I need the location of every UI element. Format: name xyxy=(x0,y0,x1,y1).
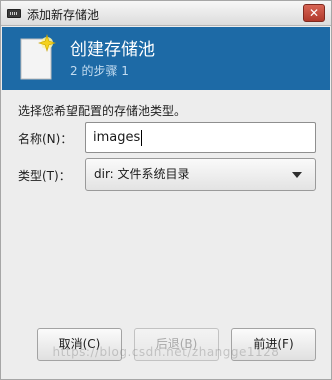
cancel-button[interactable]: 取消(C) xyxy=(37,328,122,361)
name-label: 名称(N)： xyxy=(18,132,73,146)
forward-button[interactable]: 前进(F) xyxy=(231,328,316,361)
close-button[interactable]: ✕ xyxy=(303,4,325,22)
text-caret xyxy=(141,129,143,146)
pool-type-select[interactable]: dir: 文件系统目录 xyxy=(85,158,316,191)
wizard-title: 创建存储池 xyxy=(70,40,155,60)
back-button[interactable]: 后退(B) xyxy=(134,328,219,361)
type-label: 类型(T)： xyxy=(18,169,71,183)
name-input[interactable]: images xyxy=(85,122,316,153)
new-document-icon xyxy=(20,33,56,80)
wizard-step: 2 的步骤 1 xyxy=(70,64,129,78)
dialog-window: 添加新存储池 ✕ 创建存储池 2 的步骤 1 选择您希望配置的存储池类型。 名称… xyxy=(0,0,332,380)
pool-type-value: dir: 文件系统目录 xyxy=(94,167,190,181)
title-bar[interactable]: 添加新存储池 ✕ xyxy=(1,1,331,26)
name-value: images xyxy=(93,130,141,145)
window-title: 添加新存储池 xyxy=(27,8,100,22)
dropdown-arrow-icon xyxy=(292,172,302,178)
wizard-header: 创建存储池 2 的步骤 1 xyxy=(2,27,330,90)
instruction-text: 选择您希望配置的存储池类型。 xyxy=(18,104,187,118)
app-icon xyxy=(7,9,21,18)
